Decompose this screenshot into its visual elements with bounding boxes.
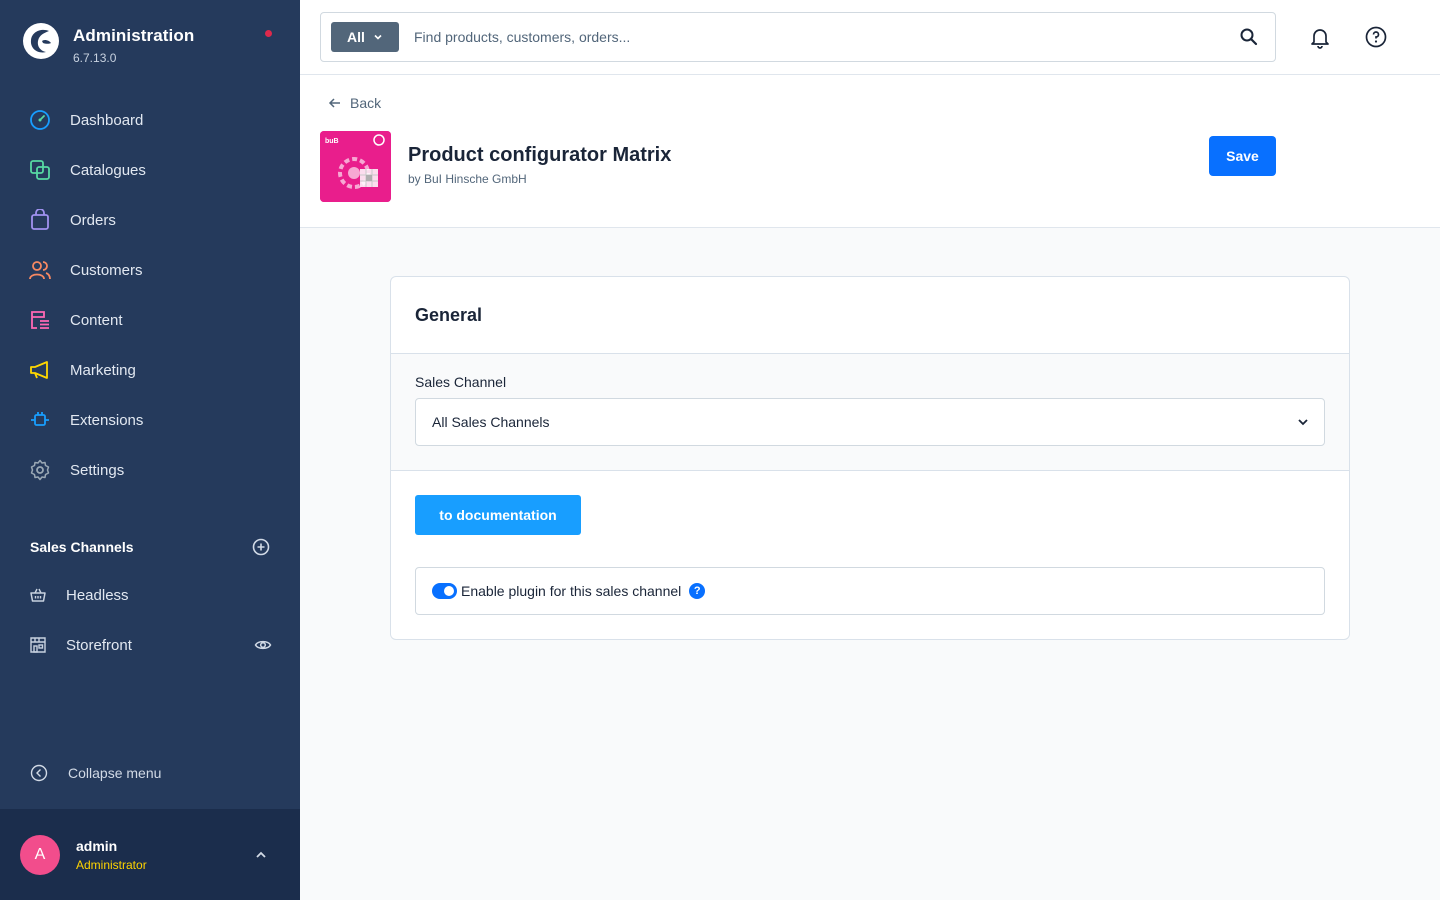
save-button[interactable]: Save [1209, 136, 1276, 176]
search-type-select[interactable]: All [331, 22, 399, 52]
marketing-icon [28, 358, 52, 382]
app-version: 6.7.13.0 [73, 51, 117, 65]
sidebar-item-label: Settings [70, 461, 125, 479]
content-icon [28, 308, 52, 332]
sales-channels-header: Sales Channels [30, 538, 270, 556]
customers-icon [28, 258, 52, 282]
settings-icon [28, 458, 52, 482]
page-title: Product configurator Matrix [408, 144, 672, 166]
enable-plugin-label: Enable plugin for this sales channel [461, 583, 682, 599]
storefront-icon [28, 635, 48, 655]
page-header: Back buB Product configurator Matrix by … [300, 75, 1440, 228]
plugin-logo-icon: buB [320, 131, 391, 202]
sidebar-item-settings[interactable]: Settings [0, 445, 300, 495]
sales-channel-value: All Sales Channels [432, 414, 550, 430]
card-divider [391, 470, 1349, 471]
sidebar-item-label: Catalogues [70, 161, 146, 179]
sidebar-item-orders[interactable]: Orders [0, 195, 300, 245]
search-type-label: All [347, 29, 365, 45]
extensions-icon [28, 408, 52, 432]
sidebar: Administration 6.7.13.0 Dashboard Catalo… [0, 0, 300, 900]
sales-channel-select[interactable]: All Sales Channels [415, 398, 1325, 446]
sidebar-item-extensions[interactable]: Extensions [0, 395, 300, 445]
plugin-icon-text: buB [325, 138, 339, 145]
user-role: Administrator [76, 857, 147, 872]
orders-icon [28, 208, 52, 232]
back-link[interactable]: Back [328, 95, 381, 111]
app-title: Administration [73, 26, 195, 45]
bell-icon[interactable] [1308, 25, 1332, 49]
card-divider [391, 353, 1349, 354]
card-title: General [415, 305, 483, 325]
sales-channel-label: Storefront [66, 636, 132, 654]
sidebar-item-label: Customers [70, 261, 143, 279]
sidebar-item-content[interactable]: Content [0, 295, 300, 345]
arrow-left-icon [328, 98, 340, 108]
sales-channel-item-headless[interactable]: Headless [0, 570, 300, 620]
main-nav: Dashboard Catalogues Orders Customers Co… [0, 95, 300, 495]
enable-plugin-field: Enable plugin for this sales channel ? [415, 567, 1325, 615]
user-name: admin [76, 837, 118, 854]
toggle-knob [444, 586, 454, 596]
plugin-vendor: by BuI Hinsche GmbH [408, 172, 527, 186]
sidebar-item-label: Content [70, 311, 123, 329]
chevron-left-circle-icon [30, 764, 48, 782]
help-tooltip-icon[interactable]: ? [689, 583, 706, 599]
top-bar: All [300, 0, 1440, 75]
dashboard-icon [28, 108, 52, 132]
avatar: A [20, 834, 60, 875]
sidebar-item-label: Orders [70, 211, 116, 229]
sales-channel-label: Headless [66, 586, 129, 604]
collapse-menu-label: Collapse menu [68, 765, 162, 781]
chevron-down-icon [374, 34, 382, 40]
sales-channel-list: Headless Storefront [0, 570, 300, 670]
general-card: General Sales Channel All Sales Channels… [390, 276, 1350, 640]
sales-channel-item-storefront[interactable]: Storefront [0, 620, 300, 670]
collapse-menu-button[interactable]: Collapse menu [30, 764, 161, 782]
shopware-logo-icon [23, 23, 59, 59]
help-icon[interactable] [1364, 25, 1388, 49]
sidebar-item-catalogues[interactable]: Catalogues [0, 145, 300, 195]
search-input[interactable] [414, 22, 1214, 52]
add-sales-channel-icon[interactable] [252, 538, 270, 556]
sales-channels-title: Sales Channels [30, 539, 134, 555]
brand: Administration 6.7.13.0 [22, 22, 194, 65]
plugin-icon: buB [320, 131, 391, 202]
sales-channel-label: Sales Channel [415, 374, 507, 390]
chevron-down-icon [1298, 419, 1308, 426]
sidebar-item-label: Dashboard [70, 111, 144, 129]
global-search: All [320, 12, 1276, 62]
back-label: Back [350, 95, 382, 111]
enable-plugin-toggle[interactable] [432, 583, 457, 599]
sidebar-item-label: Extensions [70, 411, 144, 429]
catalogues-icon [28, 158, 52, 182]
notification-status-dot [265, 30, 272, 37]
user-panel[interactable]: A admin Administrator [0, 809, 300, 900]
basket-icon [28, 585, 48, 605]
sidebar-item-dashboard[interactable]: Dashboard [0, 95, 300, 145]
documentation-button[interactable]: to documentation [415, 495, 581, 535]
chevron-up-icon[interactable] [253, 847, 269, 863]
search-icon[interactable] [1239, 27, 1259, 47]
sidebar-item-label: Marketing [70, 361, 136, 379]
sidebar-item-customers[interactable]: Customers [0, 245, 300, 295]
eye-icon[interactable] [254, 636, 272, 654]
sidebar-item-marketing[interactable]: Marketing [0, 345, 300, 395]
